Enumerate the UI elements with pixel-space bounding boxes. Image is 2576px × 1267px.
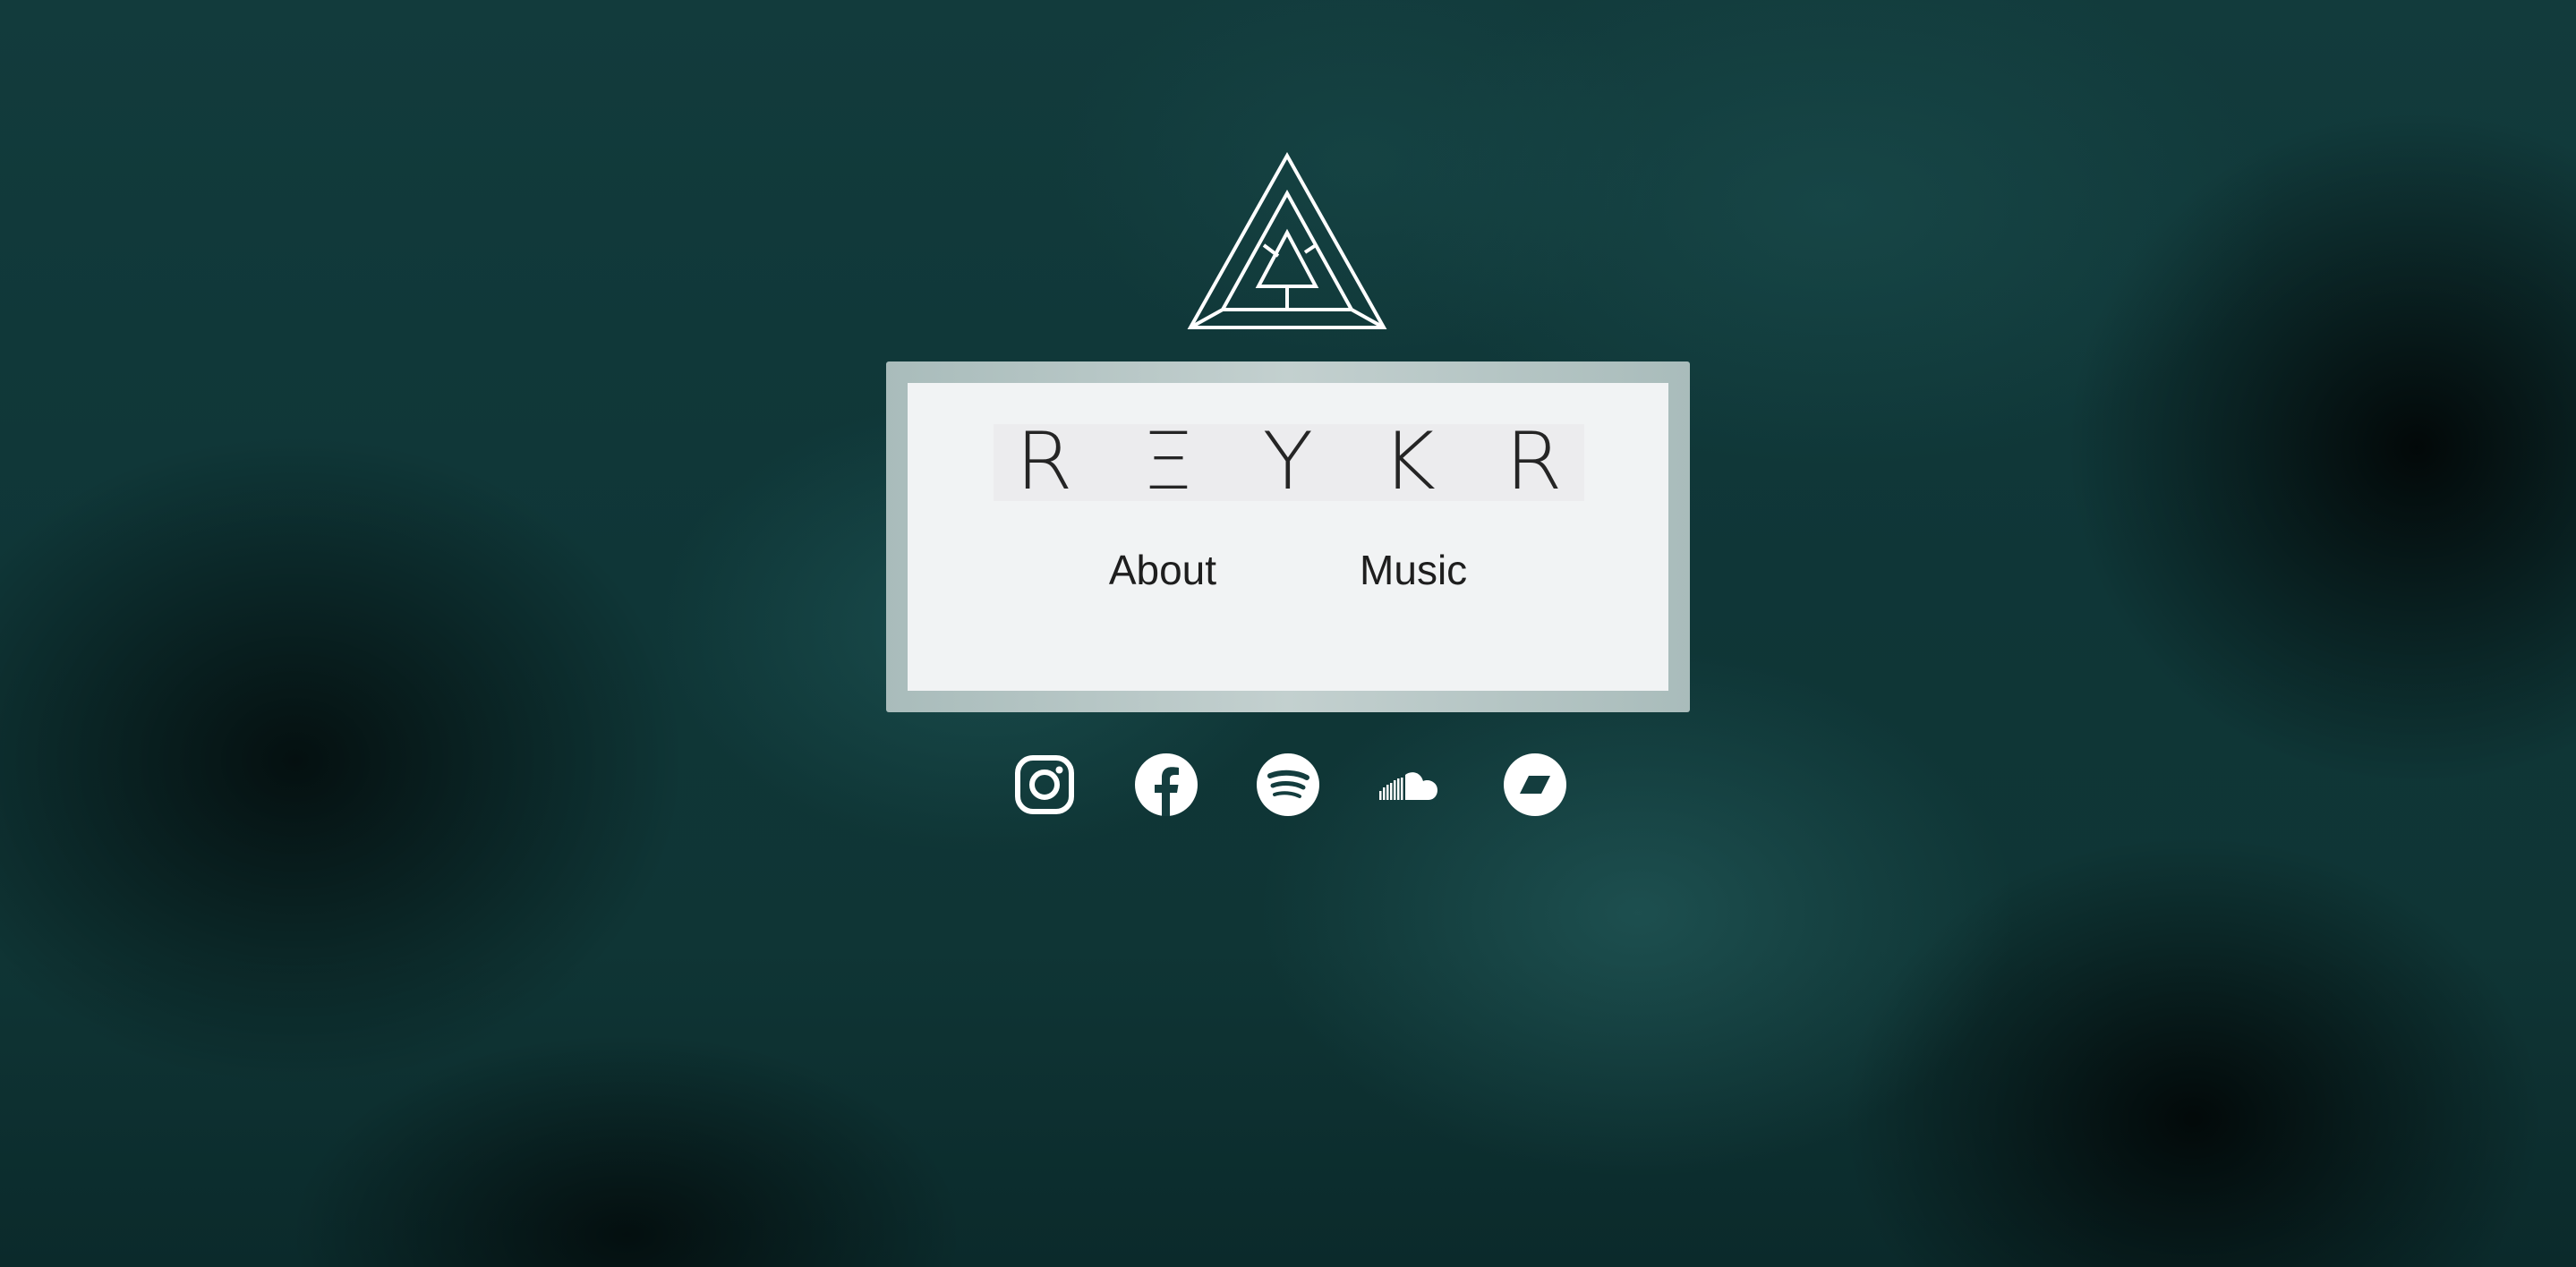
bandcamp-link[interactable] (1504, 753, 1566, 816)
header-panel: R Ξ Y K R About Music (886, 361, 1690, 712)
spotify-link[interactable] (1257, 753, 1319, 816)
social-links (1013, 753, 1566, 816)
nav-music-link[interactable]: Music (1360, 546, 1467, 594)
bandcamp-icon (1504, 753, 1566, 816)
wordmark-letter: R (1505, 414, 1563, 507)
main-nav: About Music (908, 546, 1668, 594)
facebook-icon (1135, 753, 1198, 816)
header-panel-inner: R Ξ Y K R About Music (908, 383, 1668, 691)
soundcloud-link[interactable] (1378, 753, 1445, 816)
wordmark-letter: Ξ (1141, 414, 1194, 507)
facebook-link[interactable] (1135, 753, 1198, 816)
wordmark-letter: Y (1262, 414, 1314, 507)
soundcloud-icon (1379, 772, 1437, 800)
wordmark-letter: R (1015, 414, 1073, 507)
spotify-icon (1257, 753, 1319, 816)
nav-about-link[interactable]: About (1109, 546, 1216, 594)
triangle-maze-logo-icon[interactable] (1187, 152, 1387, 331)
brand-wordmark[interactable]: R Ξ Y K R (994, 415, 1584, 507)
instagram-icon (1015, 755, 1074, 814)
instagram-link[interactable] (1013, 753, 1076, 816)
wordmark-letter: K (1382, 414, 1437, 507)
page: { "brand": { "wordmark_letters": ["R", "… (0, 0, 2576, 1267)
